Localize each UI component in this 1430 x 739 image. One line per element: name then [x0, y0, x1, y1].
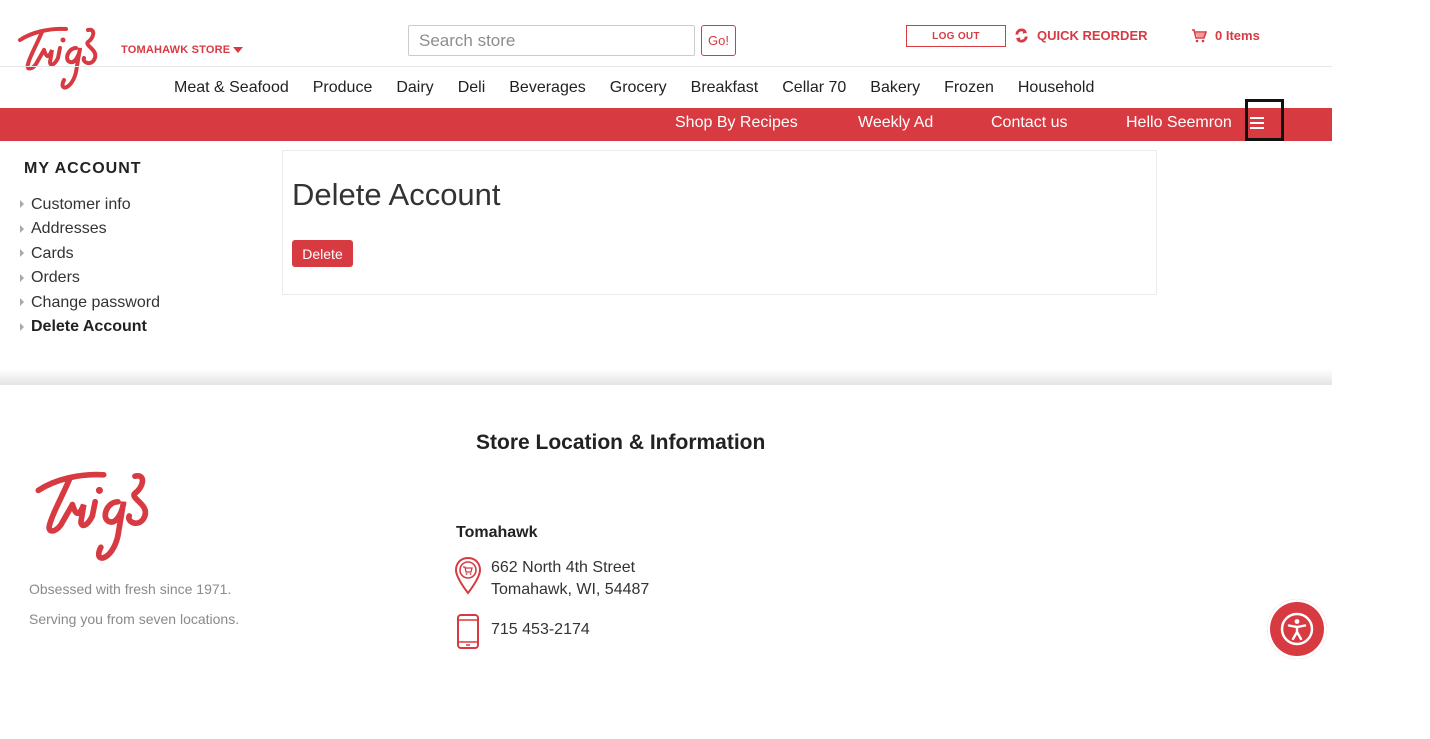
- footer-phone[interactable]: 715 453-2174: [491, 621, 590, 639]
- nav-deli[interactable]: Deli: [458, 79, 486, 97]
- account-menu-cards[interactable]: Cards: [20, 241, 160, 266]
- cart-icon: [1192, 28, 1207, 42]
- triangle-right-icon: [20, 200, 24, 209]
- weekly-ad-link[interactable]: Weekly Ad: [858, 114, 933, 132]
- nav-household[interactable]: Household: [1018, 79, 1095, 97]
- nav-cellar-70[interactable]: Cellar 70: [782, 79, 846, 97]
- nav-produce[interactable]: Produce: [313, 79, 373, 97]
- my-account-heading: MY ACCOUNT: [24, 160, 142, 177]
- hamburger-icon[interactable]: [1250, 117, 1264, 130]
- nav-grocery[interactable]: Grocery: [610, 79, 667, 97]
- footer-tagline-locations: Serving you from seven locations.: [29, 611, 240, 627]
- search-go-button[interactable]: Go!: [701, 25, 736, 56]
- address-line-1: 662 North 4th Street: [491, 559, 636, 576]
- address-line-2: Tomahawk, WI, 54487: [491, 581, 650, 598]
- quick-reorder-link[interactable]: QUICK REORDER: [1014, 28, 1148, 43]
- nav-beverages[interactable]: Beverages: [509, 79, 586, 97]
- footer-store-name: Tomahawk: [456, 524, 538, 541]
- nav-bakery[interactable]: Bakery: [870, 79, 920, 97]
- contact-us-link[interactable]: Contact us: [991, 114, 1067, 132]
- caret-down-icon: [233, 47, 244, 53]
- header-divider: [0, 66, 1332, 67]
- store-selector-label: TOMAHAWK STORE: [121, 44, 231, 56]
- footer-tagline: Obsessed with fresh since 1971.: [29, 581, 232, 597]
- account-menu-delete-account[interactable]: Delete Account: [20, 315, 160, 340]
- accessibility-button[interactable]: [1267, 599, 1327, 659]
- refresh-icon: [1015, 28, 1028, 43]
- account-menu-label: Customer info: [31, 195, 131, 213]
- triangle-right-icon: [20, 298, 24, 307]
- delete-account-button[interactable]: Delete: [292, 240, 353, 267]
- nav-meat-seafood[interactable]: Meat & Seafood: [174, 79, 289, 97]
- account-menu-label: Change password: [31, 293, 160, 311]
- main-nav: Meat & Seafood Produce Dairy Deli Bevera…: [174, 79, 1118, 97]
- location-pin-icon: [454, 556, 482, 595]
- accessibility-icon: [1280, 612, 1314, 646]
- footer-address: 662 North 4th Street Tomahawk, WI, 54487: [491, 557, 649, 601]
- account-menu-label: Delete Account: [31, 318, 147, 336]
- cart-link[interactable]: 0 Items: [1191, 28, 1260, 43]
- quick-reorder-label: QUICK REORDER: [1037, 28, 1148, 43]
- trigs-logo[interactable]: [14, 20, 110, 96]
- account-menu-customer-info[interactable]: Customer info: [20, 192, 160, 217]
- footer-divider: [0, 369, 1332, 385]
- triangle-right-icon: [20, 322, 24, 331]
- trigs-footer-logo: [35, 471, 149, 561]
- search-input[interactable]: [408, 25, 695, 56]
- nav-frozen[interactable]: Frozen: [944, 79, 994, 97]
- hello-user-label[interactable]: Hello Seemron: [1126, 114, 1232, 132]
- triangle-right-icon: [20, 273, 24, 282]
- nav-breakfast[interactable]: Breakfast: [691, 79, 759, 97]
- content-panel: [282, 150, 1157, 295]
- triangle-right-icon: [20, 224, 24, 233]
- account-menu-label: Addresses: [31, 220, 107, 238]
- account-menu: Customer info Addresses Cards Orders Cha…: [20, 192, 160, 339]
- cart-count: 0 Items: [1215, 28, 1260, 43]
- account-menu-change-password[interactable]: Change password: [20, 290, 160, 315]
- footer-store-heading: Store Location & Information: [476, 431, 766, 454]
- phone-icon: [457, 614, 479, 649]
- shop-by-recipes-link[interactable]: Shop By Recipes: [675, 114, 798, 132]
- account-menu-orders[interactable]: Orders: [20, 266, 160, 291]
- store-selector[interactable]: TOMAHAWK STORE: [121, 44, 244, 56]
- triangle-right-icon: [20, 249, 24, 258]
- page-title: Delete Account: [292, 177, 501, 212]
- nav-dairy[interactable]: Dairy: [396, 79, 433, 97]
- account-menu-addresses[interactable]: Addresses: [20, 217, 160, 242]
- account-menu-label: Cards: [31, 244, 74, 262]
- logout-button[interactable]: LOG OUT: [906, 25, 1006, 47]
- account-menu-label: Orders: [31, 269, 80, 287]
